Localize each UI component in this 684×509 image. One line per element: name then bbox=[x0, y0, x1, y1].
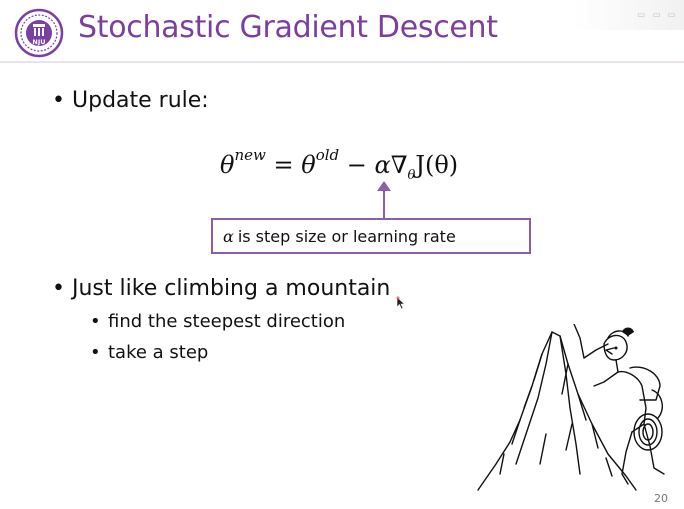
logo-text: NJU bbox=[32, 38, 45, 46]
sub-bullet-steepest: • find the steepest direction bbox=[90, 311, 346, 332]
corner-controls[interactable]: ▭ ▭ ▭ bbox=[638, 8, 676, 21]
mountain-climber-illustration bbox=[477, 324, 665, 491]
sub-bullet-step: • take a step bbox=[90, 342, 209, 363]
alpha-symbol: α bbox=[374, 151, 391, 179]
page-number: 20 bbox=[654, 492, 668, 505]
equals-sign: = bbox=[273, 151, 294, 179]
alpha-symbol: α bbox=[223, 226, 234, 246]
cost-function: J(θ) bbox=[415, 151, 459, 179]
callout-text: is step size or learning rate bbox=[237, 226, 456, 246]
nabla-symbol: ∇ bbox=[390, 151, 408, 179]
superscript-old: old bbox=[315, 146, 340, 164]
bullet-text: Update rule: bbox=[72, 88, 209, 113]
bullet-text: Just like climbing a mountain bbox=[72, 276, 391, 301]
sub-bullet-text: find the steepest direction bbox=[108, 311, 346, 332]
bullet-update-rule: • Update rule: bbox=[52, 88, 209, 113]
bullet-climbing: • Just like climbing a mountain bbox=[52, 276, 391, 301]
minus-sign: − bbox=[346, 151, 367, 179]
slide: ▭ ▭ ▭ NJU Stochastic Gradient Descent • U… bbox=[0, 0, 684, 509]
header-divider bbox=[0, 61, 684, 63]
theta-symbol: θ bbox=[301, 151, 316, 179]
university-logo-icon: NJU bbox=[14, 8, 64, 58]
slide-title: Stochastic Gradient Descent bbox=[78, 10, 498, 45]
update-rule-formula: θnew = θold − α∇θJ(θ) bbox=[220, 146, 459, 183]
mouse-cursor-icon bbox=[396, 296, 406, 310]
sub-bullet-text: take a step bbox=[108, 342, 209, 363]
theta-symbol: θ bbox=[220, 151, 235, 179]
step-size-callout: α is step size or learning rate bbox=[211, 218, 531, 254]
callout-arrow bbox=[383, 188, 385, 218]
superscript-new: new bbox=[234, 146, 266, 164]
